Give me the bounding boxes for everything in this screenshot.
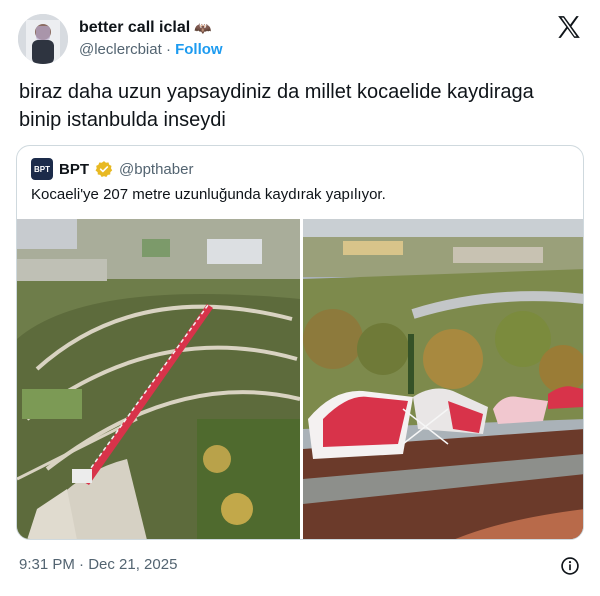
author-handle[interactable]: @leclercbiat [79,41,162,58]
quote-media[interactable] [17,219,584,540]
aerial-slide-photo[interactable] [17,219,300,540]
slide-closeup-photo[interactable] [303,219,584,540]
info-icon[interactable] [560,556,580,576]
bat-emoji: 🦇 [194,20,212,36]
quote-handle[interactable]: @bpthaber [119,161,193,178]
quote-avatar[interactable]: BPT [31,158,53,180]
verified-badge-icon [95,161,113,177]
avatar[interactable] [18,14,68,64]
display-name-text[interactable]: better call iclal [79,18,190,38]
quote-name[interactable]: BPT [59,161,89,178]
tweet-text: biraz daha uzun yapsaydiniz da millet ko… [19,81,534,131]
quoted-tweet[interactable]: BPT BPT @bpthaber Kocaeli'ye 207 metre u… [16,145,584,540]
author-names: better call iclal 🦇 @leclercbiat · Follo… [79,18,223,60]
display-name[interactable]: better call iclal 🦇 [79,18,223,38]
quote-header: BPT BPT @bpthaber [31,158,193,180]
separator: · [165,41,171,58]
handle-row: @leclercbiat · Follow [79,40,223,60]
tweet-header: better call iclal 🦇 @leclercbiat · Follo… [16,12,584,66]
x-logo-icon[interactable] [556,14,582,40]
quote-text: Kocaeli'ye 207 metre uzunluğunda kaydıra… [31,186,386,203]
timestamp[interactable]: 9:31 PM · Dec 21, 2025 [19,556,177,573]
follow-button[interactable]: Follow [175,41,223,58]
